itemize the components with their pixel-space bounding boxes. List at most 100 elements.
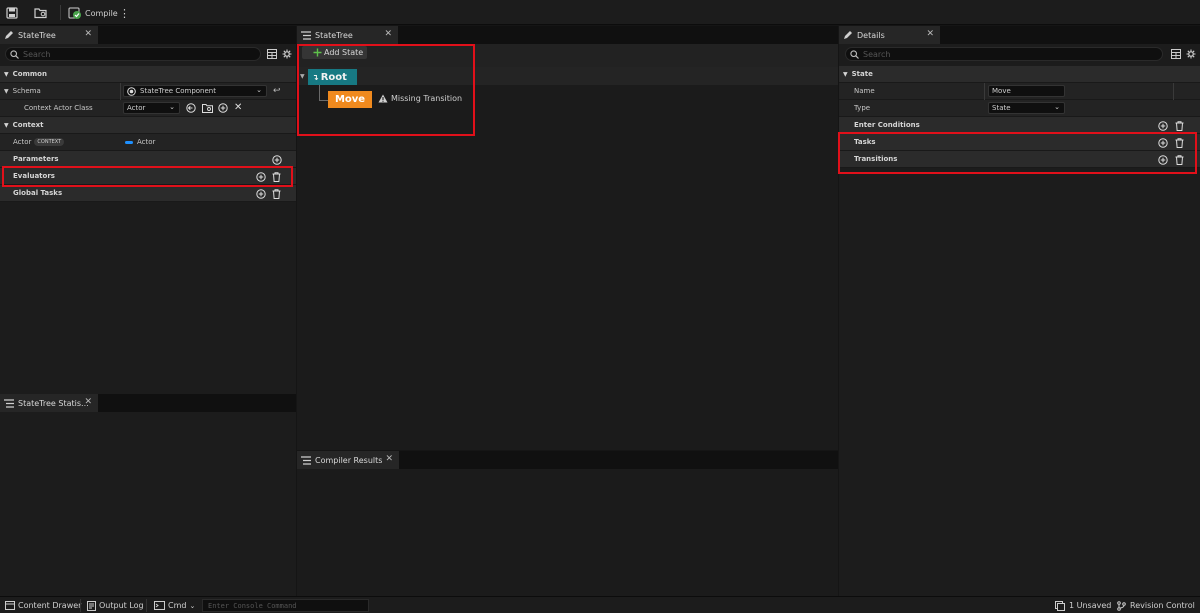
compile-button[interactable]: Compile [68,5,118,21]
trash-icon[interactable] [272,172,281,182]
add-evaluator-icon[interactable] [256,172,266,182]
root-state-node[interactable]: ↴ Root [308,69,357,85]
section-context[interactable]: ▼ Context [0,117,296,134]
close-icon[interactable]: ✕ [384,29,392,39]
terminal-icon [154,601,165,610]
close-icon[interactable]: ✕ [385,454,393,464]
section-state[interactable]: ▼ State [839,66,1200,83]
tab-label: Compiler Results [315,455,383,465]
undo-arrow-icon: ↩ [273,86,281,96]
search-icon [850,49,859,59]
pencil-icon [4,30,14,40]
save-icon [6,7,18,19]
context-actor-class-value: Actor [127,104,146,112]
move-state-node[interactable]: Move [328,91,372,108]
tab-statetree-properties[interactable]: StateTree ✕ [0,26,98,44]
compile-success-icon [68,6,82,20]
tab-label: StateTree [18,30,56,40]
parameters-label: Parameters [13,155,59,163]
reset-to-default-button[interactable]: ↩ [273,86,281,96]
add-transition-icon[interactable] [1158,155,1168,165]
state-name-value: Move [992,87,1011,95]
section-common[interactable]: ▼ Common [0,66,296,83]
tasks-row: Tasks [839,134,1200,151]
view-options-button[interactable] [1171,49,1181,59]
tab-compiler-results[interactable]: Compiler Results ✕ [297,451,399,469]
arrow-left-circle-icon [186,103,196,113]
trash-icon[interactable] [1175,121,1184,131]
tab-details[interactable]: Details ✕ [839,26,940,44]
output-log-button[interactable]: Output Log [87,597,144,613]
trash-icon[interactable] [1175,155,1184,165]
schema-value: StateTree Component [140,87,216,95]
unsaved-button[interactable]: 1 Unsaved [1055,597,1111,613]
status-bar: Content Drawer Output Log Cmd ⌄ Enter Co… [0,596,1200,613]
actor-value: Actor [137,138,156,146]
revision-control-label: Revision Control [1130,601,1195,610]
grid-icon [267,49,277,59]
use-selected-button[interactable] [186,103,196,113]
compile-options-button[interactable]: ⋮ [119,5,130,21]
expand-arrow-icon[interactable]: ▼ [300,73,305,80]
pencil-icon [843,30,853,40]
expand-arrow-icon: ▼ [4,87,9,95]
search-input[interactable]: Search [5,47,261,61]
enter-conditions-row: Enter Conditions [839,117,1200,134]
add-task-icon[interactable] [1158,138,1168,148]
add-global-task-icon[interactable] [256,189,266,199]
content-drawer-button[interactable]: Content Drawer [5,597,81,613]
settings-button[interactable] [282,49,292,59]
browse-asset-button[interactable] [202,103,213,113]
statistics-panel [0,412,296,596]
name-label: Name [854,87,875,95]
add-parameter-icon[interactable] [272,155,282,165]
parameters-row: Parameters [0,151,296,168]
content-drawer-icon [5,601,15,610]
add-state-button[interactable]: Add State [302,46,367,59]
compile-label: Compile [85,8,118,18]
list-icon [301,455,311,465]
cmd-dropdown[interactable]: Cmd ⌄ [154,597,195,613]
list-icon [301,30,311,40]
view-options-button[interactable] [267,49,277,59]
tab-statetree-graph[interactable]: StateTree ✕ [297,26,398,44]
context-actor-class-dropdown[interactable]: Actor ⌄ [123,102,180,114]
search-placeholder: Search [863,49,891,59]
settings-button[interactable] [1186,49,1196,59]
clear-button[interactable]: ✕ [234,102,242,113]
schema-dropdown[interactable]: StateTree Component ⌄ [123,85,267,97]
chevron-down-icon: ⌄ [169,103,175,111]
root-row[interactable] [297,67,838,85]
trash-icon[interactable] [272,189,281,199]
add-button[interactable] [218,103,228,113]
close-icon[interactable]: ✕ [84,397,92,407]
transitions-row: Transitions [839,151,1200,168]
state-name-field[interactable]: Move [988,85,1065,97]
center-tabbar: StateTree ✕ [297,26,838,44]
trash-icon[interactable] [1175,138,1184,148]
close-icon[interactable]: ✕ [926,29,934,39]
save-button[interactable] [6,5,18,21]
tab-statetree-statistics[interactable]: StateTree Statis... ✕ [0,394,98,412]
component-icon [127,86,136,96]
context-badge: CONTEXT [34,138,65,146]
gear-icon [282,49,292,59]
state-type-dropdown[interactable]: State ⌄ [988,102,1065,114]
search-icon [10,49,19,59]
revision-control-button[interactable]: Revision Control [1117,597,1195,613]
arrow-entry-icon: ↴ [312,72,319,82]
cmd-label: Cmd [168,601,187,610]
evaluators-row: Evaluators [0,168,296,185]
plus-icon [313,48,322,57]
section-label: Context [12,121,44,129]
search-placeholder: Search [23,49,51,59]
browse-button[interactable] [34,5,48,21]
console-command-input[interactable]: Enter Console Command [202,599,369,612]
type-label: Type [854,104,871,112]
tab-label: Details [857,30,885,40]
close-icon[interactable]: ✕ [84,29,92,39]
add-condition-icon[interactable] [1158,121,1168,131]
chevron-down-icon: ⌄ [256,86,262,94]
details-search-input[interactable]: Search [845,47,1163,61]
actor-label: Actor [13,138,32,146]
